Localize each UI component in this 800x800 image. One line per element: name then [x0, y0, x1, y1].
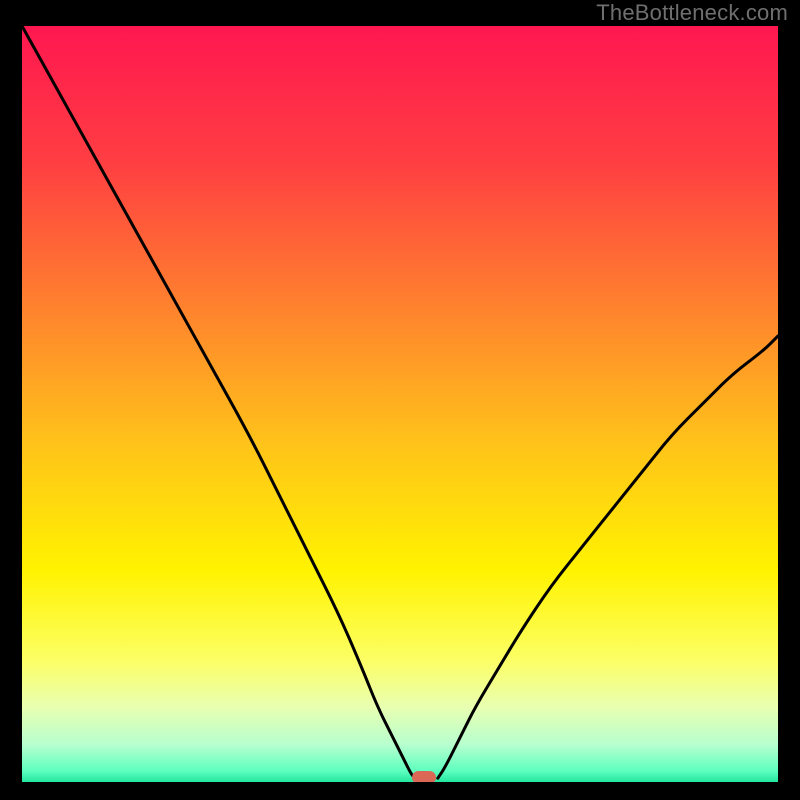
- chart-frame: TheBottleneck.com: [0, 0, 800, 800]
- bottleneck-curve: [22, 26, 778, 782]
- watermark-label: TheBottleneck.com: [596, 0, 788, 26]
- plot-area: [22, 26, 778, 782]
- curve-left-branch: [22, 26, 415, 778]
- minimum-marker: [412, 771, 436, 782]
- curve-right-branch: [438, 336, 778, 778]
